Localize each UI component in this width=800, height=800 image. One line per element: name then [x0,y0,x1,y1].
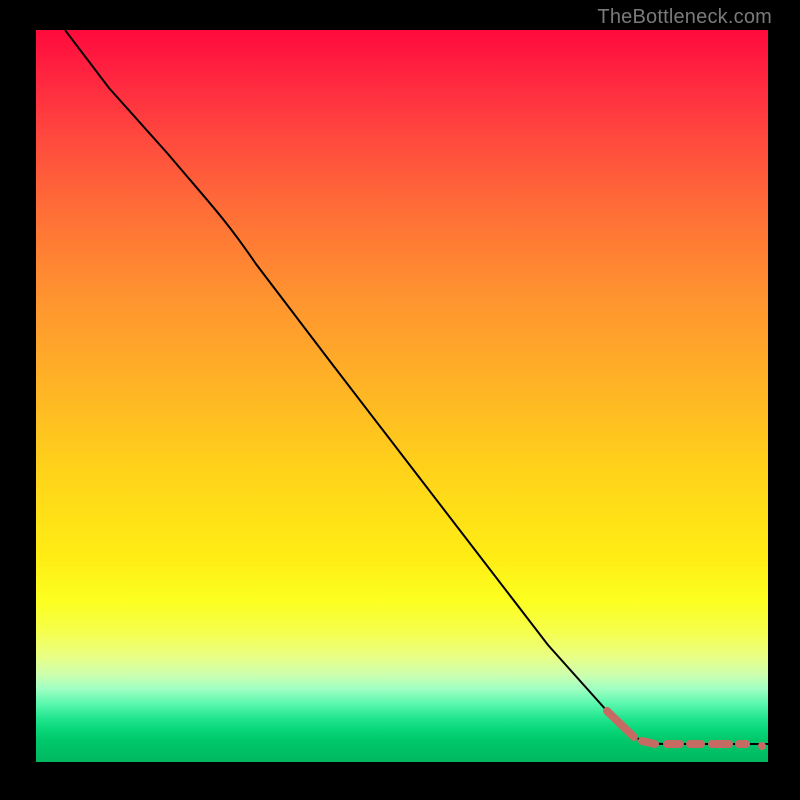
chart-stage: TheBottleneck.com [0,0,800,800]
plot-area [36,30,768,762]
watermark-text: TheBottleneck.com [597,6,772,29]
curve-svg [36,30,768,762]
main-curve [65,30,768,744]
tail-dashes [607,711,766,750]
